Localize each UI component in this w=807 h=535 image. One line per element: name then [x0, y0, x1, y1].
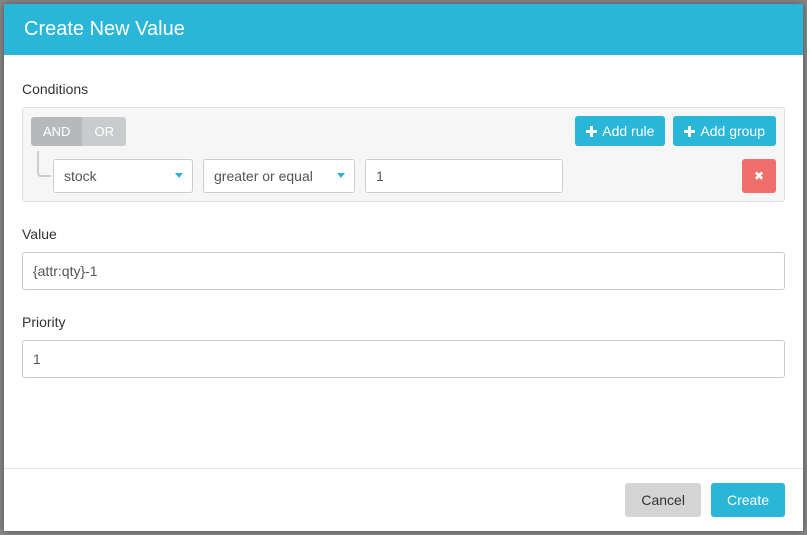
or-button[interactable]: OR: [82, 117, 126, 146]
rule-value-input[interactable]: [365, 159, 563, 193]
value-block: Value: [22, 226, 785, 290]
conditions-box: AND OR Add rule Add group: [22, 107, 785, 202]
operator-select[interactable]: greater or equal: [203, 159, 355, 193]
value-input[interactable]: [22, 252, 785, 290]
cancel-button[interactable]: Cancel: [625, 483, 701, 517]
add-rule-label: Add rule: [602, 123, 654, 139]
operator-select-value: greater or equal: [214, 168, 313, 184]
delete-rule-button[interactable]: [742, 159, 776, 193]
plus-icon: [586, 126, 597, 137]
add-group-label: Add group: [700, 123, 765, 139]
andor-toggle: AND OR: [31, 117, 126, 146]
add-group-button[interactable]: Add group: [673, 116, 776, 146]
modal-footer: Cancel Create: [4, 468, 803, 531]
conditions-label: Conditions: [22, 81, 785, 97]
chevron-down-icon: [337, 173, 345, 178]
priority-block: Priority: [22, 314, 785, 378]
modal-header: Create New Value: [4, 4, 803, 55]
rule-row: stock greater or equal: [31, 159, 776, 193]
modal-body: Conditions AND OR Add rule Add group: [4, 55, 803, 396]
tree-connector: [37, 151, 51, 177]
priority-input[interactable]: [22, 340, 785, 378]
chevron-down-icon: [175, 173, 183, 178]
create-value-modal: Create New Value Conditions AND OR Add r…: [4, 4, 803, 531]
and-button[interactable]: AND: [31, 117, 82, 146]
modal-title: Create New Value: [24, 18, 185, 40]
priority-label: Priority: [22, 314, 785, 330]
conditions-toolbar: AND OR Add rule Add group: [31, 116, 776, 146]
field-select-value: stock: [64, 168, 97, 184]
field-select[interactable]: stock: [53, 159, 193, 193]
create-button[interactable]: Create: [711, 483, 785, 517]
value-label: Value: [22, 226, 785, 242]
add-rule-button[interactable]: Add rule: [575, 116, 665, 146]
plus-icon: [684, 126, 695, 137]
condition-actions: Add rule Add group: [575, 116, 776, 146]
